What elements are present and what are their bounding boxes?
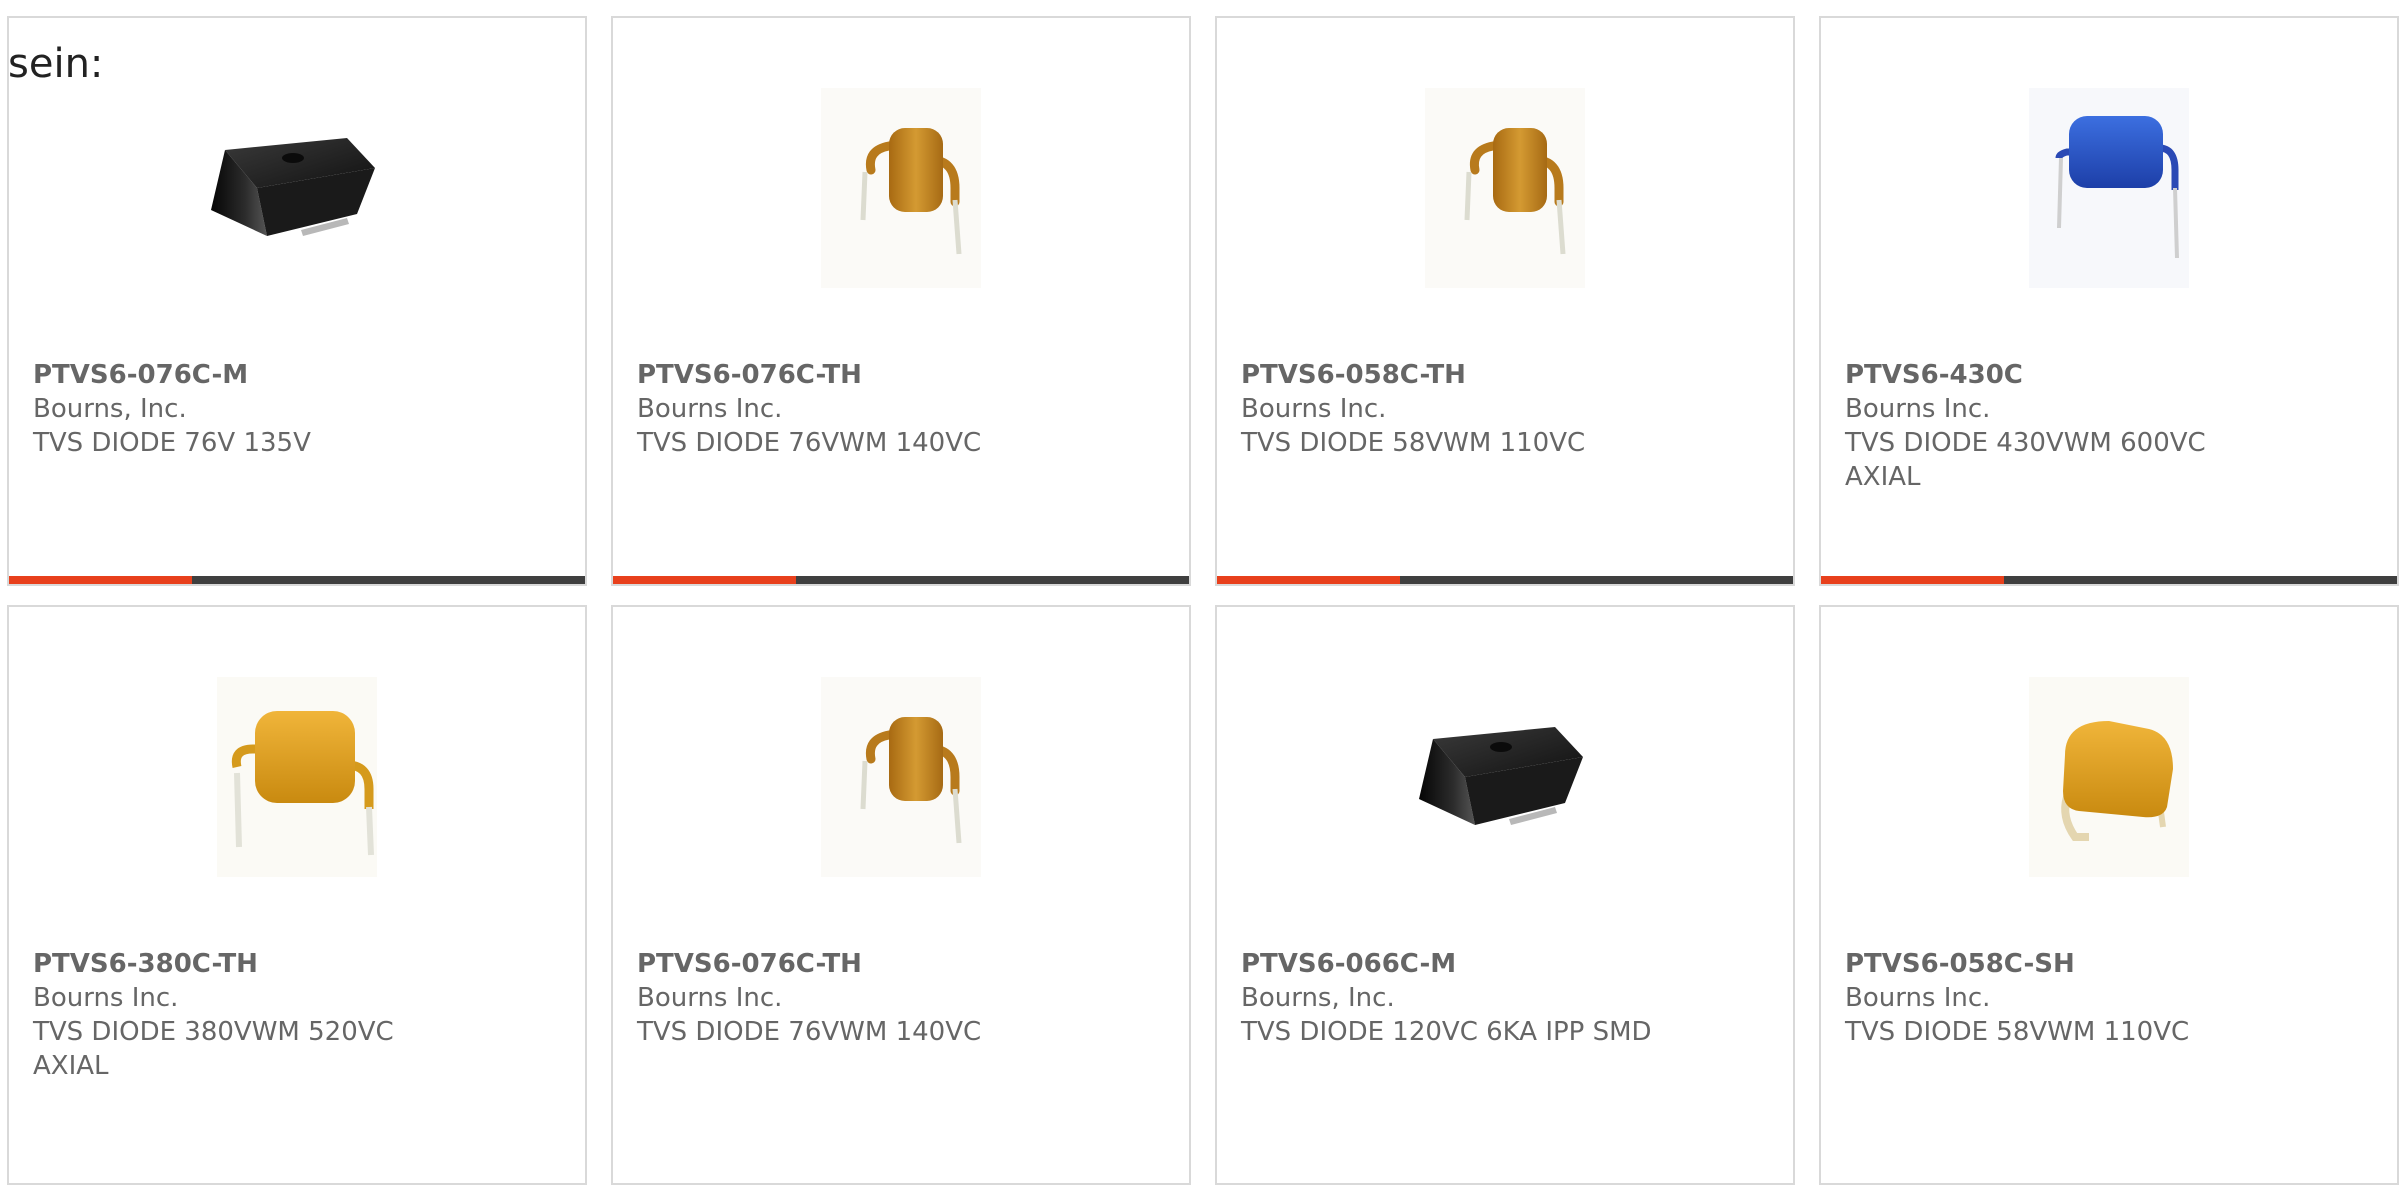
manufacturer: Bourns Inc.: [637, 394, 783, 424]
part-number[interactable]: PTVS6-058C-SH: [1845, 947, 2365, 981]
manufacturer: Bourns Inc.: [1241, 394, 1387, 424]
product-card[interactable]: PTVS6-076C-M Bourns, Inc. TVS DIODE 76V …: [7, 16, 587, 586]
product-card[interactable]: PTVS6-380C-TH Bourns Inc. TVS DIODE 380V…: [7, 605, 587, 1185]
part-number[interactable]: PTVS6-076C-M: [33, 358, 553, 392]
manufacturer: Bourns, Inc.: [33, 394, 187, 424]
product-image[interactable]: [1405, 88, 1605, 288]
description: TVS DIODE 76VWM 140VC: [637, 428, 982, 458]
product-card[interactable]: PTVS6-430C Bourns Inc. TVS DIODE 430VWM …: [1819, 16, 2399, 586]
product-card[interactable]: PTVS6-066C-M Bourns, Inc. TVS DIODE 120V…: [1215, 605, 1795, 1185]
product-image[interactable]: [801, 88, 1001, 288]
description: TVS DIODE 120VC 6KA IPP SMD: [1241, 1017, 1652, 1047]
product-card[interactable]: PTVS6-058C-SH Bourns Inc. TVS DIODE 58VW…: [1819, 605, 2399, 1185]
product-image[interactable]: [197, 88, 397, 288]
product-image[interactable]: [2009, 88, 2209, 288]
description: TVS DIODE 380VWM 520VC: [33, 1017, 394, 1047]
part-number[interactable]: PTVS6-058C-TH: [1241, 358, 1761, 392]
manufacturer: Bourns Inc.: [33, 983, 179, 1013]
card-accent-bar: [613, 576, 1189, 584]
product-card[interactable]: PTVS6-076C-TH Bourns Inc. TVS DIODE 76VW…: [611, 605, 1191, 1185]
description: TVS DIODE 430VWM 600VC: [1845, 428, 2206, 458]
product-image[interactable]: [1405, 677, 1605, 877]
section-heading: sein:: [8, 41, 104, 87]
manufacturer: Bourns Inc.: [1845, 983, 1991, 1013]
manufacturer: Bourns, Inc.: [1241, 983, 1395, 1013]
description-line2: AXIAL: [1845, 462, 1921, 492]
part-number[interactable]: PTVS6-076C-TH: [637, 358, 1157, 392]
product-image[interactable]: [2009, 677, 2209, 877]
part-number[interactable]: PTVS6-430C: [1845, 358, 2365, 392]
description: TVS DIODE 76V 135V: [33, 428, 311, 458]
manufacturer: Bourns Inc.: [1845, 394, 1991, 424]
card-accent-bar: [9, 576, 585, 584]
product-card[interactable]: PTVS6-076C-TH Bourns Inc. TVS DIODE 76VW…: [611, 16, 1191, 586]
product-card[interactable]: PTVS6-058C-TH Bourns Inc. TVS DIODE 58VW…: [1215, 16, 1795, 586]
manufacturer: Bourns Inc.: [637, 983, 783, 1013]
description-line2: AXIAL: [33, 1051, 109, 1081]
part-number[interactable]: PTVS6-066C-M: [1241, 947, 1761, 981]
product-image[interactable]: [801, 677, 1001, 877]
part-number[interactable]: PTVS6-076C-TH: [637, 947, 1157, 981]
card-accent-bar: [1821, 576, 2397, 584]
card-accent-bar: [1217, 576, 1793, 584]
part-number[interactable]: PTVS6-380C-TH: [33, 947, 553, 981]
description: TVS DIODE 76VWM 140VC: [637, 1017, 982, 1047]
description: TVS DIODE 58VWM 110VC: [1241, 428, 1586, 458]
product-image[interactable]: [197, 677, 397, 877]
description: TVS DIODE 58VWM 110VC: [1845, 1017, 2190, 1047]
